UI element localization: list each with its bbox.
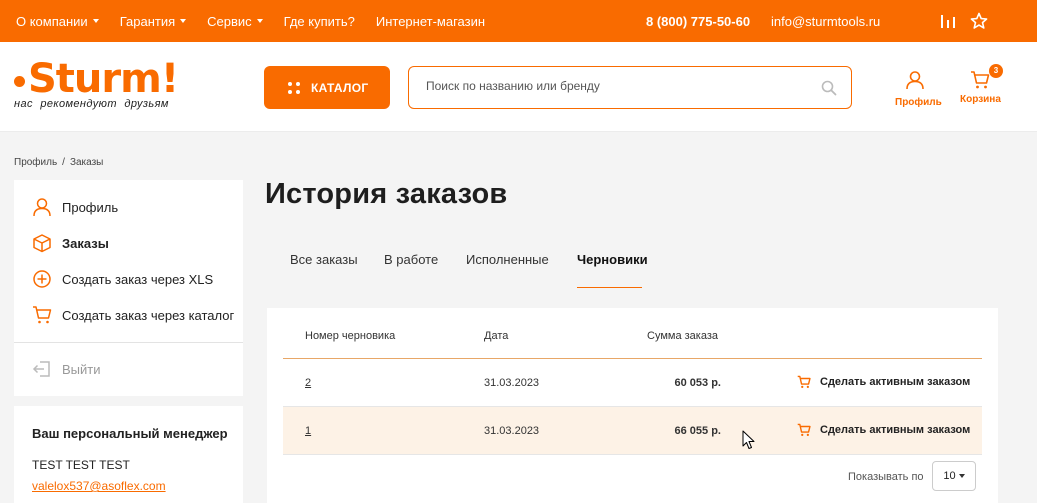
- profile-button[interactable]: Профиль: [895, 70, 942, 108]
- draft-date: 31.03.2023: [484, 425, 540, 437]
- cart-count-badge: 3: [989, 64, 1003, 78]
- logout-icon: [32, 361, 50, 377]
- chevron-down-icon: [256, 19, 263, 23]
- chevron-down-icon: [958, 474, 965, 478]
- make-active-order-button[interactable]: Сделать активным заказом: [797, 375, 970, 389]
- top-bar: О компании Гарантия Сервис Где купить? И…: [0, 0, 1037, 42]
- cart-label: Корзина: [960, 94, 1001, 105]
- sidebar-item-orders[interactable]: Заказы: [32, 232, 109, 254]
- logo-wordmark: Sturm!: [28, 56, 179, 102]
- top-nav-label: Сервис: [207, 13, 252, 29]
- manager-name: TEST TEST TEST: [32, 458, 130, 472]
- column-header-number: Номер черновика: [305, 330, 396, 342]
- manager-title: Ваш персональный менеджер: [32, 426, 228, 441]
- account-sidebar: Профиль Заказы Создать заказ через XLS С…: [14, 180, 243, 396]
- user-icon: [906, 71, 924, 90]
- chevron-down-icon: [180, 19, 187, 23]
- drafts-table: Номер черновика Дата Сумма заказа 2 31.0…: [267, 308, 998, 503]
- tab-all-orders[interactable]: Все заказы: [290, 252, 358, 267]
- sidebar-item-create-catalog[interactable]: Создать заказ через каталог: [32, 304, 234, 326]
- top-nav-label: Где купить?: [283, 13, 355, 29]
- logout-label: Выйти: [62, 361, 101, 377]
- per-page-label: Показывать по: [848, 471, 924, 483]
- top-nav-item-company[interactable]: О компании: [16, 14, 99, 29]
- user-icon: [33, 198, 51, 217]
- chevron-down-icon: [92, 19, 99, 23]
- cart-icon: [797, 423, 811, 437]
- sidebar-item-label: Заказы: [62, 235, 109, 251]
- draft-number-link[interactable]: 2: [305, 377, 311, 389]
- personal-manager-card: Ваш персональный менеджер TEST TEST TEST…: [14, 406, 243, 503]
- manager-email-link[interactable]: valelox537@asoflex.com: [32, 479, 166, 493]
- sidebar-item-label: Профиль: [62, 199, 119, 215]
- page-title: История заказов: [265, 178, 508, 210]
- breadcrumb: Профиль / Заказы: [14, 157, 103, 168]
- top-nav-item-service[interactable]: Сервис: [207, 14, 263, 29]
- search-input[interactable]: [426, 79, 806, 93]
- make-active-order-button[interactable]: Сделать активным заказом: [797, 423, 970, 437]
- tab-in-progress[interactable]: В работе: [384, 252, 438, 267]
- column-header-sum: Сумма заказа: [647, 330, 718, 342]
- favorites-star-icon[interactable]: [970, 12, 988, 30]
- logo-dot: [14, 76, 25, 87]
- active-tab-indicator: [577, 287, 642, 288]
- logo-slogan: нас рекомендуют друзьям: [14, 98, 169, 110]
- mouse-cursor-icon: [742, 430, 755, 449]
- cart-icon: [971, 71, 990, 89]
- make-active-order-label: Сделать активным заказом: [820, 424, 971, 436]
- top-nav-label: Гарантия: [119, 13, 176, 29]
- top-nav-label: Интернет-магазин: [375, 13, 486, 29]
- table-row: 2 31.03.2023 60 053 р. Сделать активным …: [283, 359, 982, 407]
- sidebar-item-label: Создать заказ через каталог: [62, 307, 235, 323]
- cart-button[interactable]: 3 Корзина: [960, 64, 1003, 105]
- row-divider: [283, 454, 982, 455]
- top-nav-item-online-store[interactable]: Интернет-магазин: [376, 14, 485, 29]
- top-nav-item-warranty[interactable]: Гарантия: [119, 13, 187, 29]
- search-box: [408, 66, 852, 109]
- sidebar-divider: [14, 342, 243, 343]
- box-icon: [33, 234, 51, 253]
- catalog-button[interactable]: КАТАЛОГ: [264, 66, 390, 109]
- draft-number-link[interactable]: 1: [305, 425, 311, 437]
- breadcrumb-item-profile[interactable]: Профиль: [14, 157, 57, 168]
- plus-circle-icon: [33, 270, 51, 288]
- draft-sum: 60 053 р.: [674, 377, 721, 389]
- sidebar-item-profile[interactable]: Профиль: [32, 196, 118, 218]
- cart-icon: [33, 306, 52, 324]
- cart-icon: [797, 375, 811, 389]
- catalog-button-label: КАТАЛОГ: [311, 80, 369, 95]
- column-header-date: Дата: [484, 330, 509, 342]
- table-row: 1 31.03.2023 66 055 р. Сделать активным …: [283, 407, 982, 455]
- compare-icon[interactable]: [939, 12, 957, 30]
- make-active-order-label: Сделать активным заказом: [820, 376, 971, 388]
- grid-dots-icon: [288, 81, 300, 94]
- sidebar-item-create-xls[interactable]: Создать заказ через XLS: [32, 268, 213, 290]
- per-page-value: 10: [943, 470, 956, 482]
- email-link[interactable]: info@sturmtools.ru: [771, 14, 880, 29]
- tab-completed[interactable]: Исполненные: [466, 252, 549, 267]
- profile-label: Профиль: [895, 97, 942, 108]
- top-nav: О компании Гарантия Сервис Где купить? И…: [16, 0, 506, 42]
- top-nav-item-where-to-buy[interactable]: Где купить?: [284, 14, 355, 29]
- breadcrumb-item-orders: Заказы: [69, 157, 104, 168]
- top-nav-label: О компании: [16, 13, 88, 29]
- search-icon[interactable]: [821, 80, 837, 96]
- sidebar-item-label: Создать заказ через XLS: [62, 271, 214, 287]
- per-page-select[interactable]: 10: [932, 461, 976, 491]
- phone-link[interactable]: 8 (800) 775-50-60: [646, 14, 750, 29]
- breadcrumb-separator: /: [62, 157, 65, 168]
- tab-drafts[interactable]: Черновики: [577, 252, 648, 267]
- site-header: Sturm! нас рекомендуют друзьям КАТАЛОГ П…: [0, 42, 1037, 132]
- draft-sum: 66 055 р.: [674, 425, 721, 437]
- draft-date: 31.03.2023: [484, 377, 540, 389]
- logout-button[interactable]: Выйти: [32, 358, 101, 380]
